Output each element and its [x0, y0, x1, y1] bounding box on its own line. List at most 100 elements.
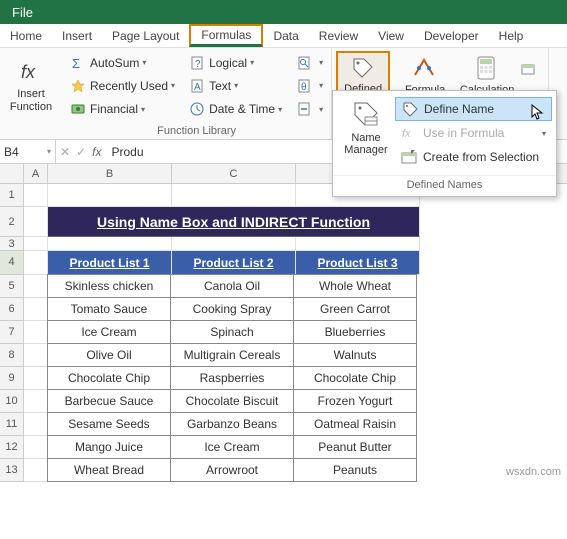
select-all-triangle[interactable]	[0, 164, 24, 183]
cell[interactable]: Raspberries	[170, 366, 294, 390]
tab-view[interactable]: View	[368, 24, 414, 47]
row-header[interactable]: 12	[0, 436, 24, 459]
cell[interactable]: Green Carrot	[293, 297, 417, 321]
row-header[interactable]: 5	[0, 275, 24, 298]
chevron-down-icon: ▾	[171, 81, 175, 90]
cell[interactable]: Spinach	[170, 320, 294, 344]
cell[interactable]: Walnuts	[293, 343, 417, 367]
cancel-icon[interactable]: ✕	[60, 145, 70, 159]
row-header[interactable]: 1	[0, 184, 24, 207]
cell[interactable]	[24, 413, 48, 436]
cell[interactable]	[24, 367, 48, 390]
tab-data[interactable]: Data	[263, 24, 308, 47]
cell[interactable]: Skinless chicken	[47, 274, 171, 298]
cell[interactable]	[172, 184, 296, 207]
cell[interactable]: Sesame Seeds	[47, 412, 171, 436]
table-header-cell[interactable]: Product List 3	[296, 251, 420, 275]
cell[interactable]	[24, 344, 48, 367]
calc-now-button[interactable]	[516, 58, 544, 80]
cell[interactable]: Chocolate Biscuit	[170, 389, 294, 413]
name-box[interactable]: B4 ▾	[0, 140, 56, 163]
cell[interactable]	[24, 390, 48, 413]
cell[interactable]	[24, 298, 48, 321]
lookup-button[interactable]: ▾	[292, 52, 327, 74]
cell[interactable]: Wheat Bread	[47, 458, 171, 482]
chevron-down-icon[interactable]: ▾	[47, 147, 51, 156]
cell[interactable]	[48, 184, 172, 207]
row-header[interactable]: 4	[0, 251, 24, 275]
table-row: 10 Barbecue SauceChocolate BiscuitFrozen …	[0, 390, 567, 413]
tab-insert[interactable]: Insert	[52, 24, 102, 47]
cell[interactable]	[296, 237, 420, 251]
row-header[interactable]: 2	[0, 207, 24, 237]
row-header[interactable]: 9	[0, 367, 24, 390]
logical-button[interactable]: ? Logical▾	[185, 52, 286, 74]
tab-home[interactable]: Home	[0, 24, 52, 47]
row-header[interactable]: 8	[0, 344, 24, 367]
math-trig-button[interactable]: θ ▾	[292, 75, 327, 97]
row-header[interactable]: 13	[0, 459, 24, 482]
text-button[interactable]: A Text▾	[185, 75, 286, 97]
cell[interactable]: Multigrain Cereals	[170, 343, 294, 367]
cell[interactable]: Tomato Sauce	[47, 297, 171, 321]
cell[interactable]: Oatmeal Raisin	[293, 412, 417, 436]
tab-page-layout[interactable]: Page Layout	[102, 24, 189, 47]
cell[interactable]	[24, 459, 48, 482]
cell[interactable]: Peanut Butter	[293, 435, 417, 459]
cell[interactable]: Frozen Yogurt	[293, 389, 417, 413]
chevron-down-icon: ▾	[319, 105, 323, 114]
cell[interactable]: Whole Wheat	[293, 274, 417, 298]
date-time-button[interactable]: Date & Time▾	[185, 98, 286, 120]
cell[interactable]: Olive Oil	[47, 343, 171, 367]
table-row: 8 Olive OilMultigrain CerealsWalnuts	[0, 344, 567, 367]
file-tab[interactable]: File	[12, 5, 33, 20]
cell[interactable]: Arrowroot	[170, 458, 294, 482]
cell[interactable]: Blueberries	[293, 320, 417, 344]
confirm-icon[interactable]: ✓	[76, 145, 86, 159]
more-functions-button[interactable]: ▾	[292, 98, 327, 120]
recently-used-button[interactable]: Recently Used▾	[66, 75, 179, 97]
cell[interactable]	[24, 321, 48, 344]
tab-developer[interactable]: Developer	[414, 24, 489, 47]
financial-button[interactable]: Financial▾	[66, 98, 179, 120]
cell[interactable]: Peanuts	[293, 458, 417, 482]
cell[interactable]	[24, 275, 48, 298]
cell[interactable]	[24, 251, 48, 275]
cell[interactable]	[24, 436, 48, 459]
table-header-cell[interactable]: Product List 2	[172, 251, 296, 275]
cell[interactable]: Barbecue Sauce	[47, 389, 171, 413]
title-cell[interactable]: Using Name Box and INDIRECT Function	[48, 207, 420, 237]
col-header-c[interactable]: C	[172, 164, 296, 183]
cell[interactable]	[24, 207, 48, 237]
cell[interactable]: Chocolate Chip	[293, 366, 417, 390]
cell[interactable]	[24, 184, 48, 207]
cell[interactable]	[172, 237, 296, 251]
row-header[interactable]: 7	[0, 321, 24, 344]
cursor-icon	[531, 104, 545, 120]
cell[interactable]: Garbanzo Beans	[170, 412, 294, 436]
cell[interactable]: Mango Juice	[47, 435, 171, 459]
cell[interactable]: Chocolate Chip	[47, 366, 171, 390]
cell[interactable]: Ice Cream	[170, 435, 294, 459]
cell[interactable]: Cooking Spray	[170, 297, 294, 321]
define-name-item[interactable]: Define Name	[395, 97, 552, 121]
create-from-selection-item[interactable]: Create from Selection	[395, 145, 552, 169]
autosum-button[interactable]: Σ AutoSum▾	[66, 52, 179, 74]
row-header[interactable]: 3	[0, 237, 24, 251]
insert-function-button[interactable]: fx Insert Function	[4, 51, 58, 121]
tab-review[interactable]: Review	[309, 24, 368, 47]
name-manager-button[interactable]: Name Manager	[337, 95, 395, 171]
row-header[interactable]: 6	[0, 298, 24, 321]
table-header-cell[interactable]: Product List 1	[48, 251, 172, 275]
tab-formulas[interactable]: Formulas	[189, 24, 263, 47]
col-header-b[interactable]: B	[48, 164, 172, 183]
row-header[interactable]: 11	[0, 413, 24, 436]
col-header-a[interactable]: A	[24, 164, 48, 183]
row-header[interactable]: 10	[0, 390, 24, 413]
cell[interactable]	[24, 237, 48, 251]
cell[interactable]: Canola Oil	[170, 274, 294, 298]
cell[interactable]	[48, 237, 172, 251]
tab-help[interactable]: Help	[489, 24, 534, 47]
fx-icon[interactable]: fx	[92, 145, 101, 159]
cell[interactable]: Ice Cream	[47, 320, 171, 344]
